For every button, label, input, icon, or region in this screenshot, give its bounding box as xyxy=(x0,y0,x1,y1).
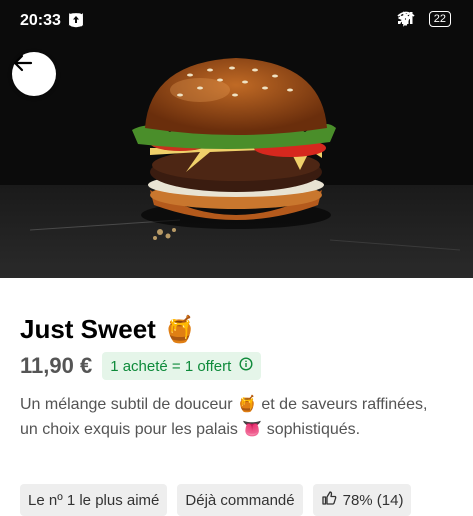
tag-already-ordered: Déjà commandé xyxy=(177,484,303,516)
promo-badge[interactable]: 1 acheté = 1 offert xyxy=(102,352,262,380)
battery-icon: 22 xyxy=(428,11,451,27)
tag-most-liked: Le nº 1 le plus aimé xyxy=(20,484,168,516)
price-row: 11,90 € 1 acheté = 1 offert xyxy=(20,352,460,380)
tag-label: 78% (14) xyxy=(342,491,404,509)
status-bar: 20:33 22 xyxy=(0,0,473,42)
product-price: 11,90 € xyxy=(20,353,93,378)
back-button[interactable] xyxy=(12,52,56,96)
product-description: Un mélange subtil de douceur 🍯 et de sav… xyxy=(20,396,428,438)
promo-label: 1 acheté = 1 offert xyxy=(110,357,232,375)
status-time: 20:33 xyxy=(20,12,61,29)
thumbs-up-icon xyxy=(321,490,337,510)
product-title: Just Sweet 🍯 xyxy=(20,312,460,346)
status-icons-right: 22 xyxy=(397,11,451,27)
product-image: 20:33 22 xyxy=(0,0,473,278)
tag-list: Le nº 1 le plus aimé Déjà commandé 78% (… xyxy=(20,484,412,516)
product-details: Just Sweet 🍯 11,90 € 1 acheté = 1 offert… xyxy=(20,300,460,442)
product-name: Just Sweet xyxy=(20,313,156,344)
honey-emoji: 🍯 xyxy=(163,313,197,344)
info-icon[interactable] xyxy=(239,357,253,375)
tag-label: Déjà commandé xyxy=(185,491,295,509)
tag-label: Le nº 1 le plus aimé xyxy=(28,491,160,509)
tag-rating: 78% (14) xyxy=(312,484,412,516)
